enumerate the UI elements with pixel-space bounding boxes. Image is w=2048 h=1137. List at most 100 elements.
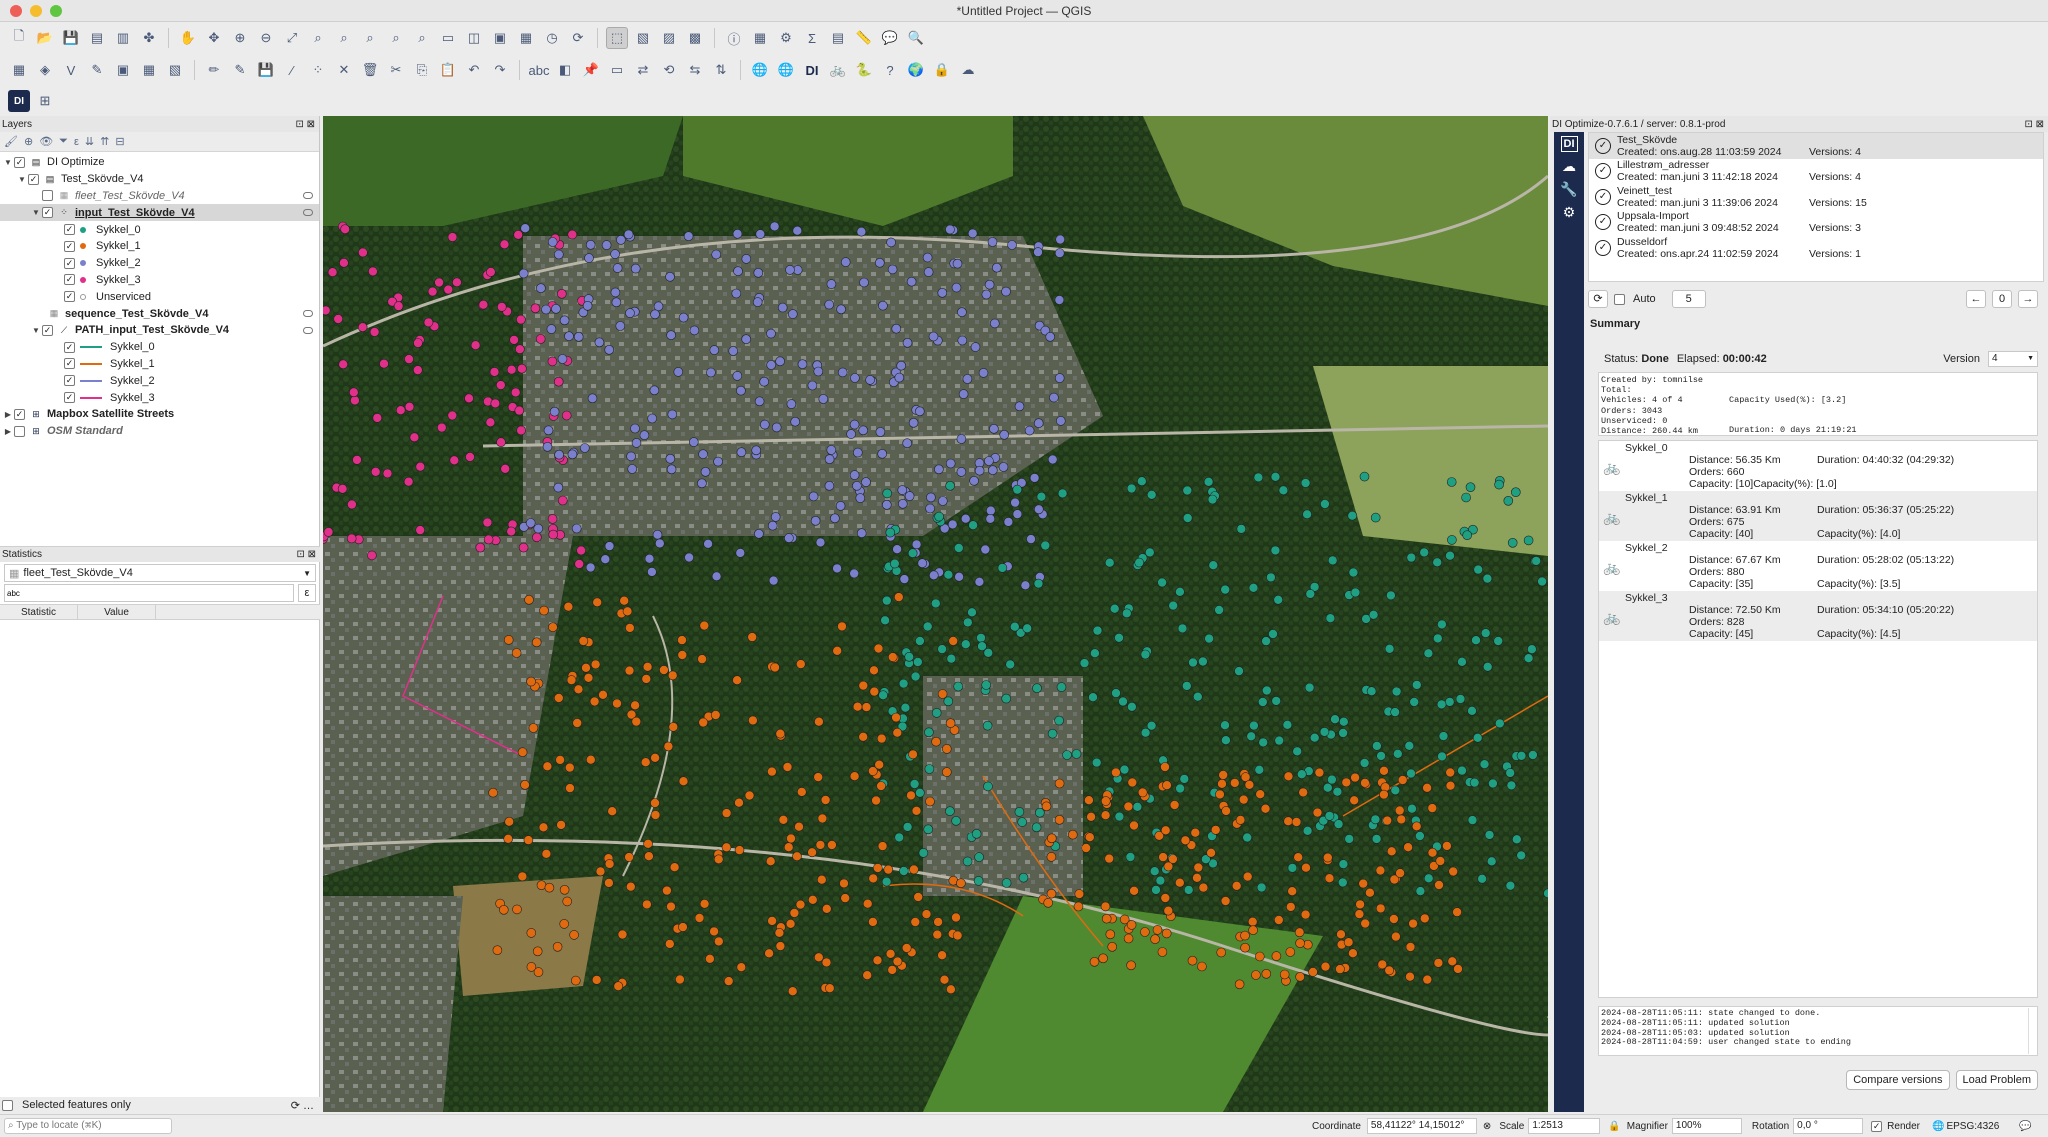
route-stop-marker[interactable] — [1285, 902, 1296, 912]
route-stop-marker[interactable] — [607, 806, 618, 817]
route-stop-marker[interactable] — [1407, 803, 1417, 814]
route-stop-marker[interactable] — [1182, 513, 1193, 523]
route-stop-marker[interactable] — [553, 376, 564, 387]
route-stop-marker[interactable] — [350, 395, 360, 406]
layer-indicator-icon[interactable] — [303, 209, 313, 217]
legend-line-sykkel-0[interactable]: ✓ Sykkel_0 — [0, 339, 319, 356]
route-stop-marker[interactable] — [734, 797, 744, 808]
route-stop-marker[interactable] — [543, 425, 554, 436]
route-stop-marker[interactable] — [544, 882, 555, 893]
route-stop-marker[interactable] — [912, 657, 923, 667]
route-stop-marker[interactable] — [370, 466, 381, 477]
route-stop-marker[interactable] — [1240, 942, 1250, 953]
route-stop-marker[interactable] — [871, 795, 881, 806]
route-stop-marker[interactable] — [1332, 786, 1343, 797]
route-stop-marker[interactable] — [1182, 485, 1193, 496]
route-stop-marker[interactable] — [887, 652, 898, 662]
route-stop-marker[interactable] — [960, 513, 971, 524]
route-stop-marker[interactable] — [981, 680, 992, 690]
route-stop-marker[interactable] — [898, 866, 909, 876]
route-stop-marker[interactable] — [904, 651, 915, 662]
project-item[interactable]: ✓ Veinett_test Created: man.juni 3 11:39:… — [1589, 184, 2043, 210]
route-stop-marker[interactable] — [666, 901, 676, 912]
magnifier-field[interactable]: 100% — [1671, 1118, 1742, 1134]
route-stop-marker[interactable] — [1432, 557, 1442, 568]
collapse-arrow-icon[interactable]: ▼ — [30, 326, 42, 335]
layer-item-path[interactable]: ▼ ✓ ⟋ PATH_input_Test_Skövde_V4 — [0, 322, 319, 339]
route-stop-marker[interactable] — [769, 221, 780, 232]
route-stop-marker[interactable] — [594, 337, 605, 348]
new-map-view-icon[interactable]: ▭ — [437, 27, 459, 49]
route-stop-marker[interactable] — [541, 848, 552, 859]
route-stop-marker[interactable] — [923, 824, 934, 835]
route-stop-marker[interactable] — [1537, 576, 1547, 587]
route-stop-marker[interactable] — [1268, 629, 1278, 639]
route-stop-marker[interactable] — [1144, 547, 1155, 558]
route-stop-marker[interactable] — [1471, 635, 1481, 646]
route-stop-marker[interactable] — [953, 543, 964, 553]
route-stop-marker[interactable] — [783, 842, 794, 853]
route-stop-marker[interactable] — [797, 359, 808, 369]
route-stop-marker[interactable] — [616, 235, 626, 245]
route-stop-marker[interactable] — [1372, 741, 1382, 751]
route-stop-marker[interactable] — [524, 594, 534, 605]
route-stop-marker[interactable] — [1240, 930, 1250, 941]
new-project-icon[interactable]: 🗋 — [8, 27, 30, 49]
route-stop-marker[interactable] — [1140, 927, 1150, 937]
route-stop-marker[interactable] — [551, 304, 561, 314]
route-stop-marker[interactable] — [337, 483, 348, 494]
route-stop-marker[interactable] — [492, 945, 503, 956]
route-stop-marker[interactable] — [974, 465, 985, 476]
route-stop-marker[interactable] — [943, 569, 954, 580]
route-stop-marker[interactable] — [731, 288, 742, 299]
select-by-value-icon[interactable]: ▧ — [632, 27, 654, 49]
route-stop-marker[interactable] — [598, 689, 608, 700]
route-stop-marker[interactable] — [821, 903, 832, 914]
route-stop-marker[interactable] — [1379, 789, 1389, 800]
route-stop-marker[interactable] — [1221, 735, 1231, 746]
route-stop-marker[interactable] — [1327, 774, 1337, 785]
route-stop-marker[interactable] — [403, 476, 414, 487]
route-stop-marker[interactable] — [546, 324, 557, 334]
route-stop-marker[interactable] — [1360, 918, 1370, 929]
route-stop-marker[interactable] — [881, 876, 892, 887]
route-stop-marker[interactable] — [509, 335, 519, 345]
route-stop-marker[interactable] — [945, 480, 955, 491]
layer-group-test-skovde[interactable]: ▼ ✓ ▤ Test_Skövde_V4 — [0, 171, 319, 188]
project-item[interactable]: ✓ Dusseldorf Created: ons.apr.24 11:02:59… — [1589, 235, 2043, 261]
route-stop-marker[interactable] — [631, 438, 642, 448]
paste-features-icon[interactable]: 📋 — [437, 59, 459, 81]
route-stop-marker[interactable] — [873, 643, 884, 654]
route-stop-marker[interactable] — [582, 301, 593, 311]
route-stop-marker[interactable] — [488, 787, 498, 798]
route-stop-marker[interactable] — [921, 909, 932, 919]
layer-item-input[interactable]: ▼ ✓ ⁘ input_Test_Skövde_V4 — [0, 204, 319, 222]
route-stop-marker[interactable] — [1221, 806, 1231, 816]
route-stop-marker[interactable] — [1111, 688, 1121, 698]
route-stop-marker[interactable] — [787, 309, 798, 319]
route-stop-marker[interactable] — [1350, 587, 1361, 598]
route-stop-marker[interactable] — [909, 779, 920, 789]
route-stop-marker[interactable] — [795, 899, 806, 910]
route-stop-marker[interactable] — [647, 413, 658, 424]
route-stop-marker[interactable] — [1278, 485, 1289, 496]
route-stop-marker[interactable] — [792, 851, 802, 862]
route-stop-marker[interactable] — [767, 766, 777, 777]
route-stop-marker[interactable] — [1215, 789, 1225, 800]
route-stop-marker[interactable] — [1396, 814, 1407, 825]
route-stop-marker[interactable] — [559, 315, 570, 326]
route-stop-marker[interactable] — [991, 262, 1002, 273]
route-stop-marker[interactable] — [630, 263, 641, 274]
route-stop-marker[interactable] — [683, 231, 694, 241]
di-route-icon[interactable]: 🌐 — [775, 59, 797, 81]
route-stop-marker[interactable] — [1291, 817, 1302, 827]
modify-attributes-icon[interactable]: ✕ — [333, 59, 355, 81]
route-stop-marker[interactable] — [1511, 487, 1521, 498]
route-stop-marker[interactable] — [1527, 644, 1537, 655]
route-stop-marker[interactable] — [983, 781, 993, 792]
route-stop-marker[interactable] — [1204, 633, 1214, 644]
vehicle-row[interactable]: 🚲 Sykkel_3 Distance: 72.50 Km Orders: 828… — [1599, 591, 2037, 641]
route-stop-marker[interactable] — [604, 859, 615, 869]
route-stop-marker[interactable] — [932, 929, 943, 940]
route-stop-marker[interactable] — [1390, 785, 1401, 796]
